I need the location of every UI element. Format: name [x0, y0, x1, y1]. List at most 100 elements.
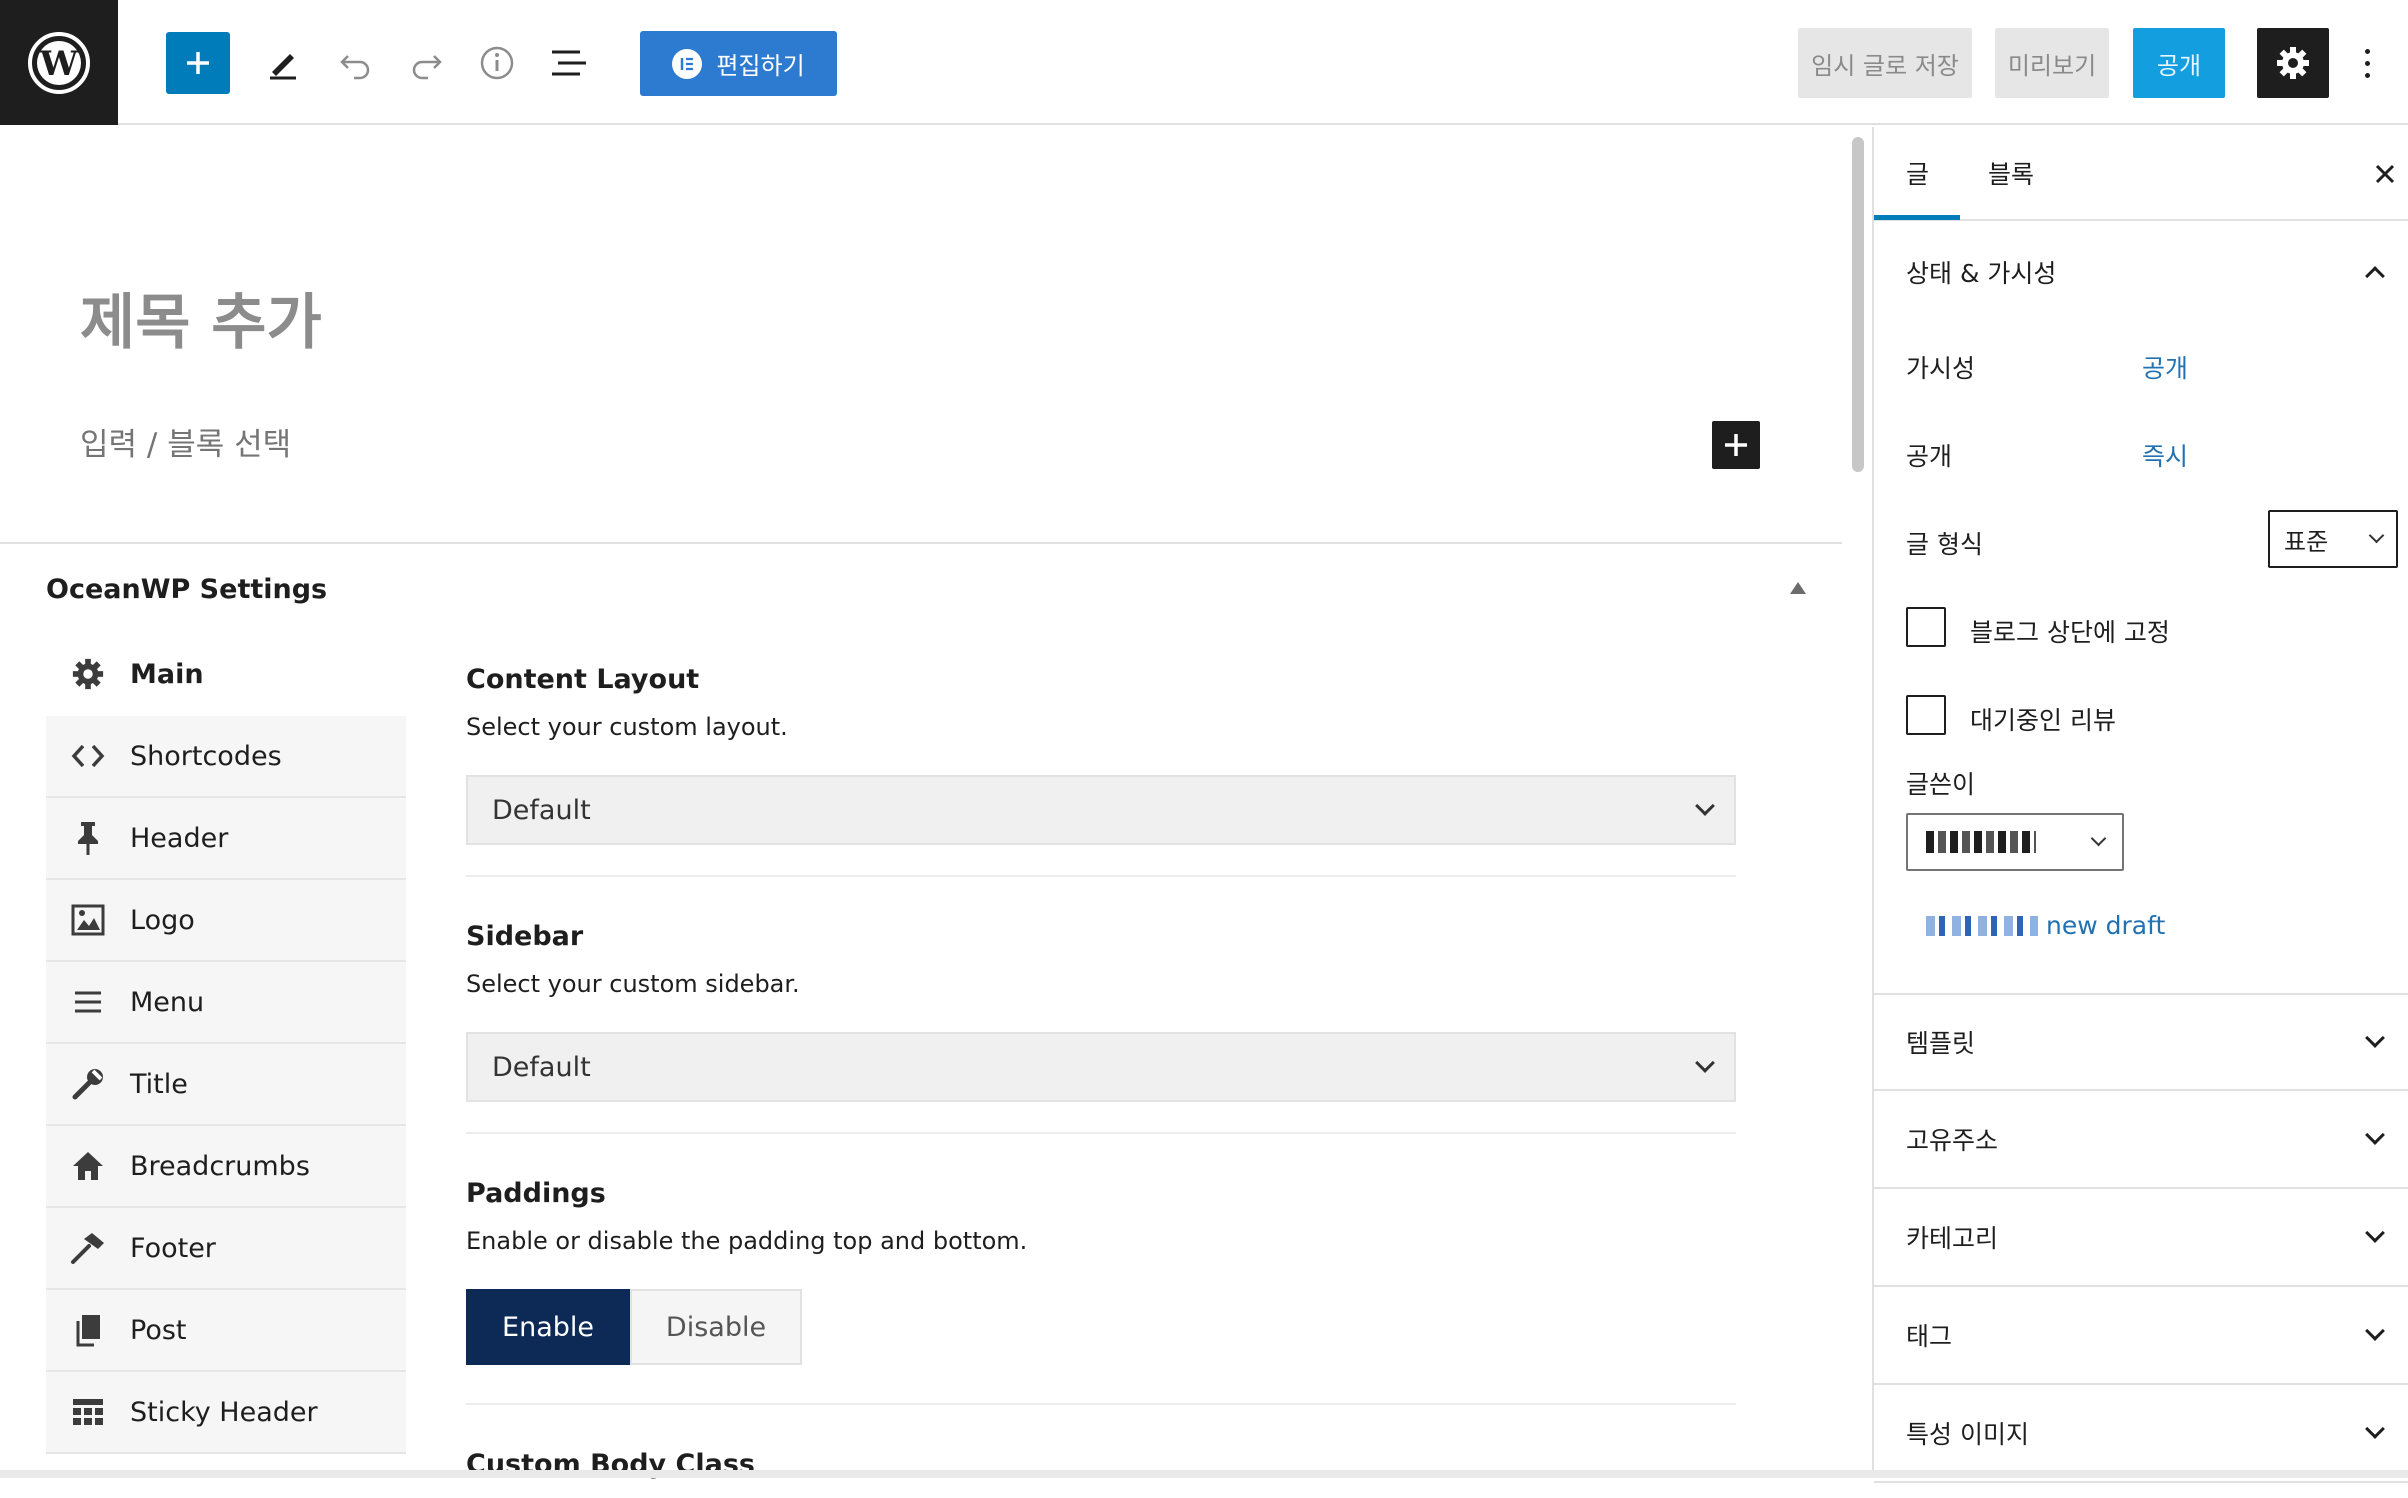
panel-title: 특성 이미지	[1906, 1420, 2029, 1449]
content-layout-field: Content Layout Select your custom layout…	[466, 664, 1736, 877]
active-tab-indicator	[1874, 215, 1960, 220]
visibility-toggle-link[interactable]: 공개	[2142, 349, 2188, 385]
svg-text:W: W	[39, 44, 79, 84]
preview-button[interactable]: 미리보기	[1995, 28, 2109, 98]
nav-item-footer[interactable]: Footer	[46, 1208, 406, 1290]
field-title: Sidebar	[466, 921, 584, 952]
select-value: Default	[492, 1051, 591, 1083]
post-format-select[interactable]: 표준	[2268, 510, 2398, 568]
chevron-down-icon	[2365, 1125, 2385, 1145]
categories-panel-toggle[interactable]: 카테고리	[1874, 1189, 2408, 1287]
add-block-button[interactable]	[1712, 421, 1760, 469]
block-inserter-button[interactable]	[166, 32, 230, 94]
disable-button[interactable]: Disable	[630, 1289, 802, 1365]
tab-block[interactable]: 블록	[1988, 155, 2034, 191]
wordpress-logo-icon[interactable]: W	[0, 0, 118, 125]
metabox-title: OceanWP Settings	[46, 574, 328, 605]
menu-icon	[68, 982, 108, 1022]
nav-label: Sticky Header	[130, 1396, 318, 1428]
hammer-icon	[68, 1228, 108, 1268]
info-icon[interactable]	[466, 32, 528, 94]
editor-header: W 편집하기 임시 글로 저장 미리보기 공개	[0, 0, 2408, 125]
nav-label: Breadcrumbs	[130, 1150, 310, 1182]
redacted-text	[1926, 915, 2038, 936]
nav-item-shortcodes[interactable]: Shortcodes	[46, 716, 406, 798]
list-view-icon[interactable]	[538, 32, 600, 94]
chevron-down-icon	[2365, 1321, 2385, 1341]
nav-item-menu[interactable]: Menu	[46, 962, 406, 1044]
pencil-icon[interactable]	[252, 32, 314, 94]
chevron-down-icon	[1695, 1053, 1715, 1073]
horizontal-scrollbar[interactable]	[0, 1470, 2408, 1478]
sidebar-field: Sidebar Select your custom sidebar. Defa…	[466, 921, 1736, 1134]
new-draft-link[interactable]: new draft	[1926, 911, 2165, 940]
nav-item-breadcrumbs[interactable]: Breadcrumbs	[46, 1126, 406, 1208]
undo-icon[interactable]	[324, 32, 386, 94]
image-icon	[68, 900, 108, 940]
nav-item-title[interactable]: Title	[46, 1044, 406, 1126]
nav-item-post[interactable]: Post	[46, 1290, 406, 1372]
publish-date-link[interactable]: 즉시	[2142, 437, 2188, 473]
save-draft-button[interactable]: 임시 글로 저장	[1798, 28, 1972, 98]
content-layout-select[interactable]: Default	[466, 775, 1736, 845]
author-name-redacted	[1926, 831, 2036, 853]
sidebar-select[interactable]: Default	[466, 1032, 1736, 1102]
field-description: Select your custom layout.	[466, 713, 788, 741]
pending-review-checkbox[interactable]	[1906, 695, 1946, 735]
metabox-content: Content Layout Select your custom layout…	[466, 664, 1736, 1498]
settings-gear-icon[interactable]	[2257, 28, 2329, 98]
nav-label: Logo	[130, 904, 195, 936]
gear-icon	[68, 654, 108, 694]
nav-item-logo[interactable]: Logo	[46, 880, 406, 962]
sidebar-tabs: 글 블록	[1874, 127, 2408, 221]
nav-label: Title	[130, 1068, 188, 1100]
sticky-label: 블로그 상단에 고정	[1970, 618, 2170, 647]
nav-label: Menu	[130, 986, 205, 1018]
nav-label: Header	[130, 822, 229, 854]
sticky-checkbox[interactable]	[1906, 607, 1946, 647]
status-visibility-panel-toggle[interactable]: 상태 & 가시성	[1874, 223, 2408, 321]
home-icon	[68, 1146, 108, 1186]
panel-title: 카테고리	[1906, 1224, 1999, 1253]
field-description: Select your custom sidebar.	[466, 970, 800, 998]
enable-button[interactable]: Enable	[466, 1289, 630, 1365]
panel-title: 고유주소	[1906, 1126, 1999, 1155]
field-title: Content Layout	[466, 664, 700, 695]
post-format-label: 글 형식	[1906, 530, 1983, 559]
code-icon	[68, 736, 108, 776]
author-label: 글쓴이	[1906, 770, 1976, 799]
metabox-nav: Main Shortcodes Header Logo Menu Title B…	[46, 634, 406, 1454]
tab-post[interactable]: 글	[1906, 155, 1929, 191]
chevron-down-icon	[2090, 830, 2107, 846]
settings-sidebar: 글 블록 상태 & 가시성 가시성 공개 공개 즉시 글 형식 표준 블로그 상…	[1872, 127, 2408, 1483]
publish-button[interactable]: 공개	[2133, 28, 2225, 98]
panel-title: 태그	[1906, 1322, 1953, 1351]
nav-item-main[interactable]: Main	[46, 634, 406, 716]
edit-with-elementor-button[interactable]: 편집하기	[640, 31, 837, 96]
template-panel-toggle[interactable]: 템플릿	[1874, 993, 2408, 1091]
block-placeholder[interactable]: 입력 / 블록 선택	[80, 419, 291, 464]
publish-label: 공개	[1906, 442, 1953, 471]
panel-title: 템플릿	[1906, 1029, 1976, 1058]
featured-image-panel-toggle[interactable]: 특성 이미지	[1874, 1385, 2408, 1483]
post-title-input[interactable]: 제목 추가	[80, 274, 322, 361]
field-title: Paddings	[466, 1178, 606, 1209]
tags-panel-toggle[interactable]: 태그	[1874, 1287, 2408, 1385]
oceanwp-settings-metabox: OceanWP Settings Main Shortcodes Header …	[0, 542, 1842, 1480]
pending-review-label: 대기중인 리뷰	[1970, 706, 2116, 735]
panel-title: 상태 & 가시성	[1906, 259, 2057, 288]
author-select[interactable]	[1906, 813, 2124, 871]
chevron-down-icon	[2365, 1223, 2385, 1243]
nav-item-header[interactable]: Header	[46, 798, 406, 880]
more-options-icon[interactable]	[2352, 32, 2382, 94]
permalink-panel-toggle[interactable]: 고유주소	[1874, 1091, 2408, 1189]
chevron-down-icon	[2368, 527, 2385, 543]
editor-scrollbar[interactable]	[1852, 137, 1864, 472]
close-icon[interactable]	[2368, 157, 2402, 191]
visibility-label: 가시성	[1906, 354, 1976, 383]
nav-item-sticky-header[interactable]: Sticky Header	[46, 1372, 406, 1454]
redo-icon[interactable]	[396, 32, 458, 94]
metabox-collapse-toggle[interactable]	[1790, 582, 1806, 594]
wrench-icon	[68, 1064, 108, 1104]
chevron-down-icon	[1695, 796, 1715, 816]
